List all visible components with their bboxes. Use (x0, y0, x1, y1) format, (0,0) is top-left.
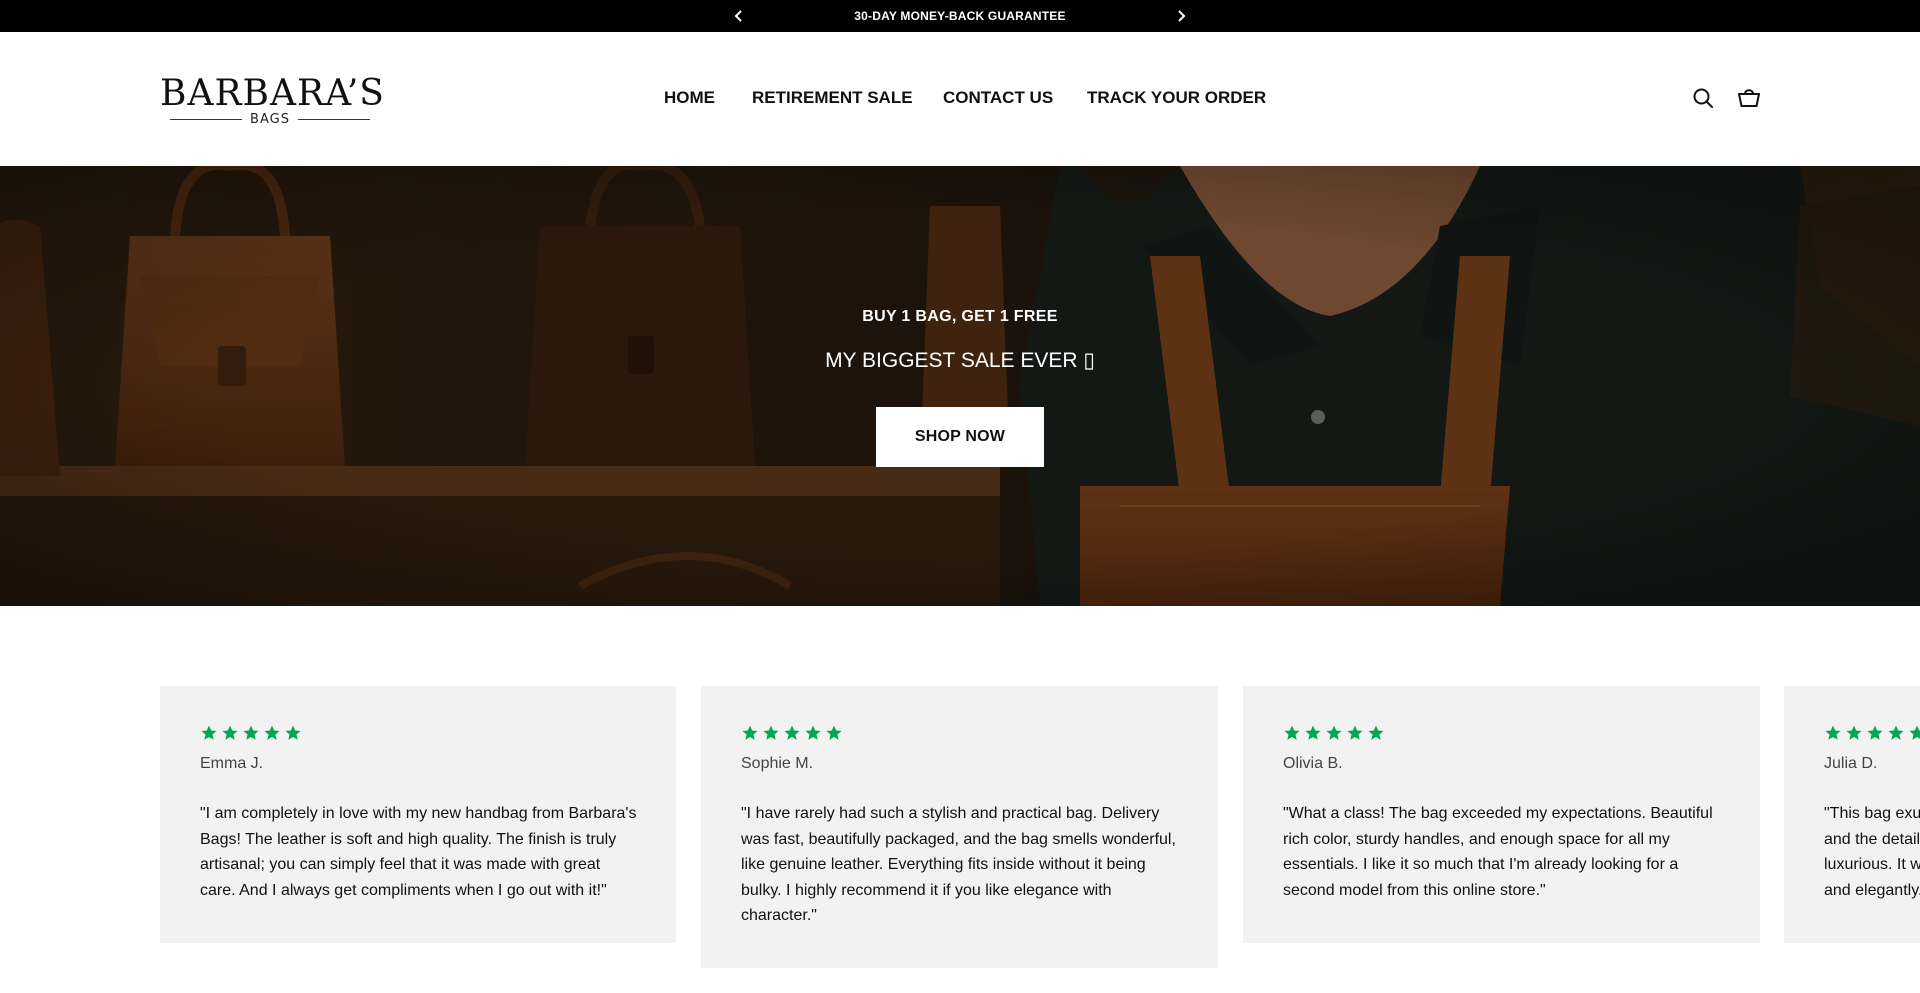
review-card: Olivia B. "What a class! The bag exceede… (1243, 686, 1760, 943)
nav-track-order-link[interactable]: TRACK YOUR ORDER (1087, 88, 1266, 108)
review-text: "What a class! The bag exceeded my expec… (1283, 805, 1713, 899)
review-text: "This bag exu and the detail luxurious. … (1824, 801, 1920, 903)
star-rating (741, 724, 843, 742)
reviewer-name: Olivia B. (1283, 755, 1343, 772)
star-icon (1326, 725, 1342, 740)
cart-button[interactable] (1737, 86, 1761, 110)
star-icon (1305, 725, 1321, 740)
search-button[interactable] (1691, 86, 1715, 110)
star-icon (826, 725, 842, 740)
logo-subtitle: BAGS (250, 112, 290, 127)
nav-contact-link[interactable]: CONTACT US (943, 88, 1053, 108)
site-header: BARBARA’S BAGS HOME RETIREMENT SALE CONT… (0, 32, 1920, 166)
announcement-prev-button[interactable] (727, 0, 751, 32)
star-rating (1824, 724, 1920, 742)
logo-subline: BAGS (160, 112, 380, 127)
review-text-line: and elegantly. (1824, 881, 1920, 899)
reviewer-name: Sophie M. (741, 755, 814, 772)
star-icon (1867, 725, 1883, 740)
announcement-next-button[interactable] (1169, 0, 1193, 32)
review-text-line: luxurious. It w (1824, 856, 1920, 873)
review-text: "I have rarely had such a stylish and pr… (741, 805, 1176, 924)
announcement-message: 30-DAY MONEY-BACK GUARANTEE (854, 9, 1066, 23)
hero-headline: MY BIGGEST SALE EVER ▯ (825, 349, 1095, 372)
logo-wordmark: BARBARA’S (160, 73, 385, 114)
store-logo[interactable]: BARBARA’S BAGS (160, 73, 385, 128)
review-text-line: "This bag exu (1824, 805, 1920, 822)
star-icon (805, 725, 821, 740)
hero-banner: BUY 1 BAG, GET 1 FREE MY BIGGEST SALE EV… (0, 166, 1920, 606)
star-icon (763, 725, 779, 740)
star-icon (1909, 725, 1920, 740)
star-icon (1284, 725, 1300, 740)
star-icon (1825, 725, 1841, 740)
hero-background-image (0, 166, 1920, 606)
shopping-basket-icon (1738, 89, 1760, 107)
shop-now-button[interactable]: SHOP NOW (876, 407, 1044, 467)
reviewer-name: Emma J. (200, 755, 264, 772)
review-card: Emma J. "I am completely in love with my… (160, 686, 676, 943)
search-icon (1693, 88, 1713, 108)
star-icon (1347, 725, 1363, 740)
review-text: "I am completely in love with my new han… (200, 805, 637, 899)
star-icon (285, 725, 301, 740)
logo-rule-left (170, 119, 243, 120)
star-icon (784, 725, 800, 740)
nav-retirement-sale-link[interactable]: RETIREMENT SALE (752, 88, 913, 108)
chevron-left-icon (734, 10, 742, 22)
nav-home-link[interactable]: HOME (664, 88, 715, 108)
star-icon (742, 725, 758, 740)
star-rating (1283, 724, 1385, 742)
star-icon (264, 725, 280, 740)
star-icon (1888, 725, 1904, 740)
star-icon (1846, 725, 1862, 740)
review-card: Sophie M. "I have rarely had such a styl… (701, 686, 1218, 968)
announcement-bar: 30-DAY MONEY-BACK GUARANTEE (0, 0, 1920, 32)
hero-eyebrow: BUY 1 BAG, GET 1 FREE (862, 308, 1058, 325)
review-text-line: and the detail (1824, 830, 1920, 848)
star-icon (201, 725, 217, 740)
reviewer-name: Julia D. (1824, 755, 1878, 772)
reviews-carousel: Emma J. "I am completely in love with my… (0, 686, 1920, 993)
star-icon (222, 725, 238, 740)
chevron-right-icon (1178, 10, 1186, 22)
star-icon (1368, 725, 1384, 740)
logo-rule-right (297, 119, 370, 120)
review-card: Julia D. "This bag exu and the detail lu… (1784, 686, 1920, 943)
star-rating (200, 724, 302, 742)
star-icon (243, 725, 259, 740)
